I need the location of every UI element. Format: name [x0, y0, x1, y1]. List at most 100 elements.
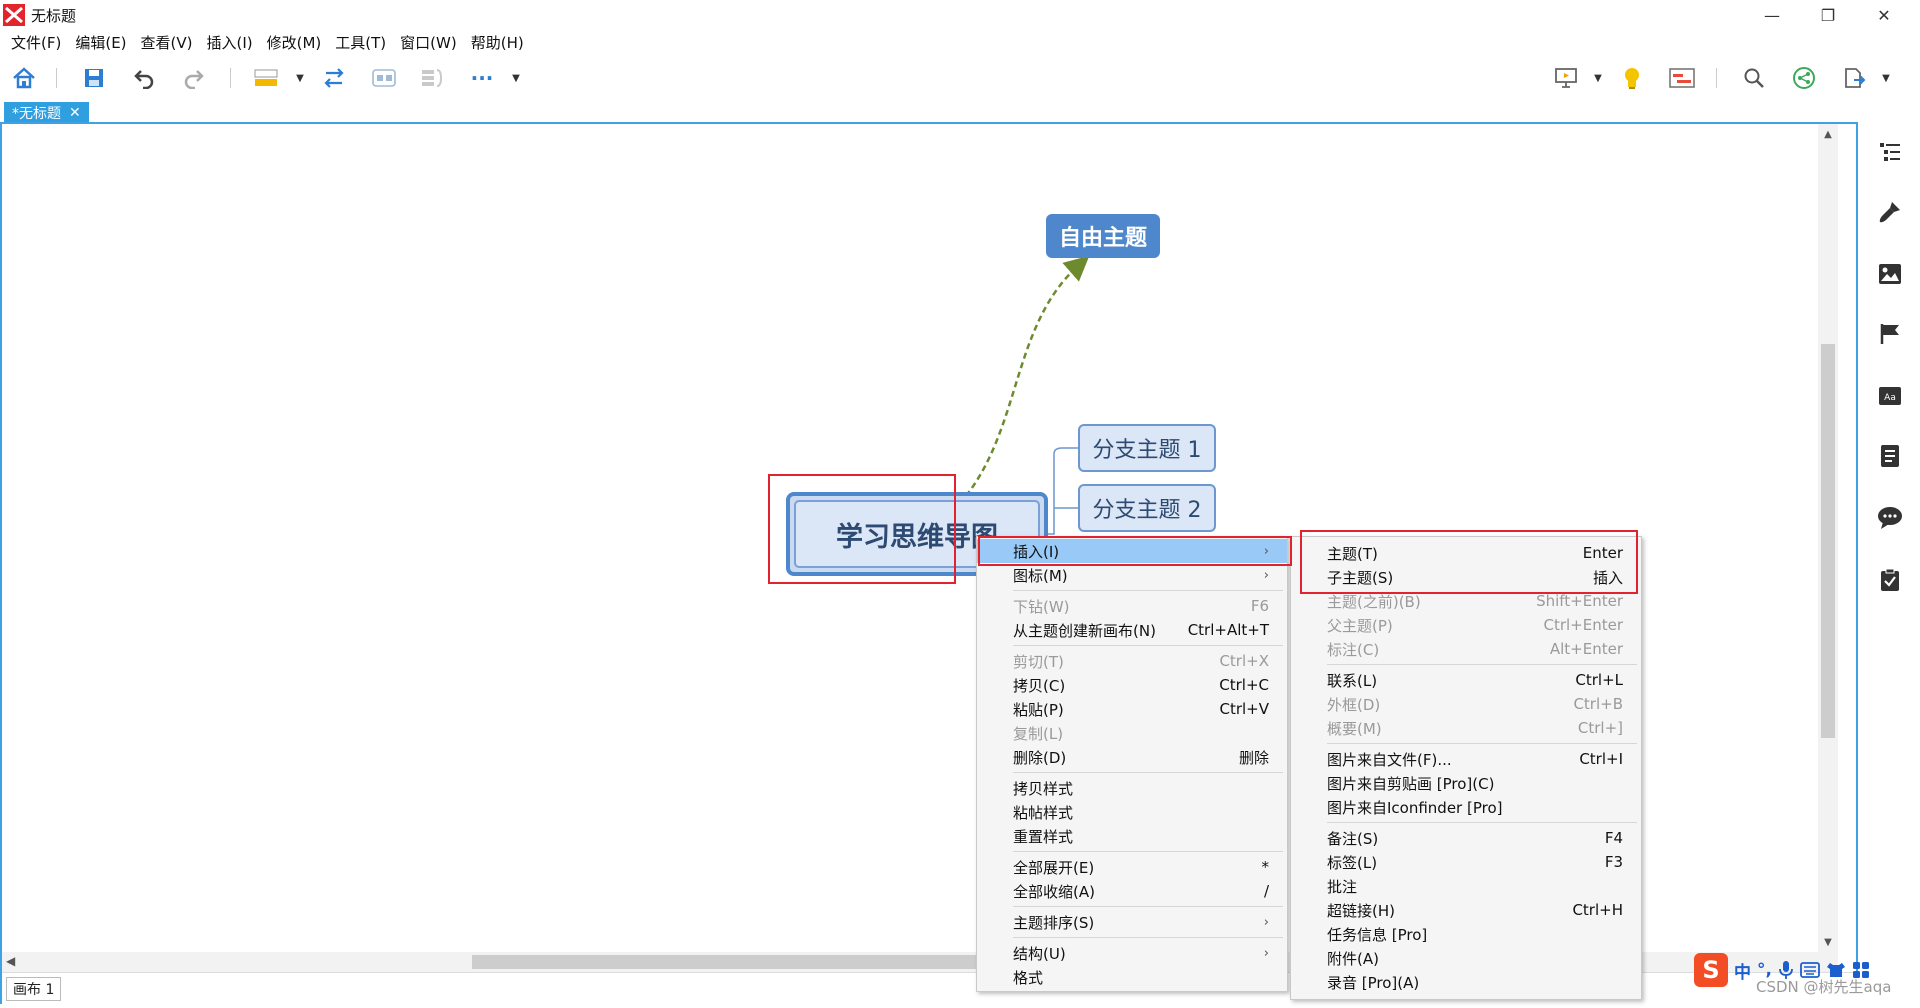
- boundary-icon[interactable]: [370, 64, 398, 92]
- export-dropdown-icon[interactable]: ▼: [1880, 66, 1892, 90]
- scroll-left-icon[interactable]: ◀: [6, 954, 15, 968]
- context-menu-item[interactable]: 结构(U) ›: [977, 941, 1287, 965]
- marker-flag-icon[interactable]: [1876, 320, 1904, 348]
- context-menu-item[interactable]: 拷贝样式: [977, 776, 1287, 800]
- context-menu-item[interactable]: 全部展开(E) *: [977, 855, 1287, 879]
- ime-mode[interactable]: 中: [1734, 958, 1751, 983]
- share-icon[interactable]: [1790, 64, 1818, 92]
- submenu-item-shortcut: Ctrl+L: [1575, 671, 1623, 689]
- undo-icon[interactable]: [130, 64, 158, 92]
- topic-style-icon[interactable]: [252, 64, 280, 92]
- summary-icon[interactable]: [418, 64, 446, 92]
- submenu-item-shortcut: F4: [1604, 829, 1623, 847]
- export-icon[interactable]: [1840, 64, 1868, 92]
- sheet-tab[interactable]: 画布 1: [6, 977, 62, 1001]
- context-menu-item[interactable]: 主题排序(S) ›: [977, 910, 1287, 934]
- comment-icon[interactable]: [1876, 504, 1904, 532]
- menu-modify[interactable]: 修改(M): [260, 32, 329, 53]
- menu-edit[interactable]: 编辑(E): [68, 32, 133, 53]
- submenu-item-label: 概要(M): [1327, 719, 1382, 738]
- menu-window[interactable]: 窗口(W): [393, 32, 464, 53]
- gantt-icon[interactable]: [1668, 64, 1696, 92]
- relationship-icon[interactable]: [320, 64, 348, 92]
- notes-icon[interactable]: [1876, 442, 1904, 470]
- menu-bar: 文件(F) 编辑(E) 查看(V) 插入(I) 修改(M) 工具(T) 窗口(W…: [0, 30, 1920, 54]
- context-menu-item-label: 删除(D): [1013, 748, 1067, 767]
- menu-file[interactable]: 文件(F): [4, 32, 68, 53]
- menu-help[interactable]: 帮助(H): [464, 32, 531, 53]
- sogou-logo-icon[interactable]: S: [1694, 953, 1728, 987]
- context-menu-item-label: 格式: [1013, 968, 1044, 987]
- context-menu-item[interactable]: 全部收缩(A) /: [977, 879, 1287, 903]
- submenu-item[interactable]: 图片来自Iconfinder [Pro]: [1291, 795, 1641, 819]
- scroll-up-icon[interactable]: ▲: [1818, 126, 1838, 142]
- submenu-item[interactable]: 备注(S) F4: [1291, 826, 1641, 850]
- vertical-scrollbar[interactable]: ▲ ▼: [1818, 124, 1838, 952]
- submenu-item[interactable]: 联系(L) Ctrl+L: [1291, 668, 1641, 692]
- submenu-item[interactable]: 任务信息 [Pro]: [1291, 922, 1641, 946]
- context-menu-item[interactable]: 拷贝(C) Ctrl+C: [977, 673, 1287, 697]
- topic-style-dropdown-icon[interactable]: ▼: [294, 66, 306, 90]
- submenu-item[interactable]: 图片来自文件(F)... Ctrl+I: [1291, 747, 1641, 771]
- submenu-item-label: 外框(D): [1327, 695, 1381, 714]
- horizontal-scroll-thumb[interactable]: [472, 955, 992, 969]
- submenu-item-label: 超链接(H): [1327, 901, 1395, 920]
- format-brush-icon[interactable]: [1876, 198, 1904, 226]
- close-button[interactable]: ✕: [1856, 0, 1912, 30]
- context-menu-item-label: 下钻(W): [1013, 597, 1070, 616]
- context-menu-item[interactable]: 粘贴(P) Ctrl+V: [977, 697, 1287, 721]
- submenu-item-label: 录音 [Pro](A): [1327, 973, 1420, 992]
- context-menu-item[interactable]: 格式: [977, 965, 1287, 989]
- redo-icon[interactable]: [180, 64, 208, 92]
- idea-icon[interactable]: [1618, 64, 1646, 92]
- outline-icon[interactable]: [1876, 138, 1904, 166]
- context-menu-item-label: 全部收缩(A): [1013, 882, 1095, 901]
- vertical-scroll-thumb[interactable]: [1821, 344, 1835, 738]
- context-menu-item[interactable]: 粘帖样式: [977, 800, 1287, 824]
- submenu-item[interactable]: 图片来自剪贴画 [Pro](C): [1291, 771, 1641, 795]
- context-menu-item-shortcut: Ctrl+X: [1219, 652, 1269, 670]
- submenu-item-shortcut: Ctrl+I: [1579, 750, 1623, 768]
- context-menu-item[interactable]: 从主题创建新画布(N) Ctrl+Alt+T: [977, 618, 1287, 642]
- tab-document[interactable]: *无标题 ✕: [4, 102, 89, 124]
- menu-insert[interactable]: 插入(I): [200, 32, 260, 53]
- save-icon[interactable]: [80, 64, 108, 92]
- menu-view[interactable]: 查看(V): [134, 32, 200, 53]
- context-menu-item: 剪切(T) Ctrl+X: [977, 649, 1287, 673]
- context-menu-item[interactable]: 重置样式: [977, 824, 1287, 848]
- insert-submenu: 主题(T) Enter 子主题(S) 插入 主题(之前)(B) Shift+Enter 父主…: [1290, 536, 1642, 1000]
- task-icon[interactable]: [1876, 566, 1904, 594]
- submenu-item[interactable]: 录音 [Pro](A): [1291, 970, 1641, 994]
- context-menu-item[interactable]: 图标(M) ›: [977, 563, 1287, 587]
- more-icon[interactable]: ···: [468, 64, 496, 92]
- submenu-item-shortcut: Shift+Enter: [1536, 592, 1623, 610]
- menu-tools[interactable]: 工具(T): [328, 32, 393, 53]
- home-icon[interactable]: [10, 64, 38, 92]
- submenu-item-label: 批注: [1327, 877, 1358, 896]
- presentation-dropdown-icon[interactable]: ▼: [1592, 66, 1604, 90]
- submenu-item[interactable]: 附件(A): [1291, 946, 1641, 970]
- branch-topic-2[interactable]: 分支主题 2: [1078, 484, 1216, 532]
- submenu-item[interactable]: 标签(L) F3: [1291, 850, 1641, 874]
- context-menu-item: 复制(L): [977, 721, 1287, 745]
- submenu-item[interactable]: 批注: [1291, 874, 1641, 898]
- presentation-icon[interactable]: [1552, 64, 1580, 92]
- free-topic-node[interactable]: 自由主题: [1046, 214, 1160, 258]
- context-menu-item-shortcut: Ctrl+C: [1219, 676, 1269, 694]
- menu-separator: [1327, 743, 1637, 744]
- branch-topic-1[interactable]: 分支主题 1: [1078, 424, 1216, 472]
- minimize-button[interactable]: —: [1744, 0, 1800, 30]
- scroll-down-icon[interactable]: ▼: [1818, 934, 1838, 950]
- image-icon[interactable]: [1876, 260, 1904, 288]
- tab-close-icon[interactable]: ✕: [69, 105, 81, 121]
- submenu-item[interactable]: 超链接(H) Ctrl+H: [1291, 898, 1641, 922]
- menu-separator: [1013, 772, 1283, 773]
- title-bar: 无标题 — ❐ ✕: [0, 0, 1920, 30]
- menu-separator: [1327, 822, 1637, 823]
- search-icon[interactable]: [1740, 64, 1768, 92]
- menu-separator: [1013, 645, 1283, 646]
- maximize-button[interactable]: ❐: [1800, 0, 1856, 30]
- more-dropdown-icon[interactable]: ▼: [510, 66, 522, 90]
- theme-icon[interactable]: Aa: [1876, 382, 1904, 410]
- context-menu-item[interactable]: 删除(D) 删除: [977, 745, 1287, 769]
